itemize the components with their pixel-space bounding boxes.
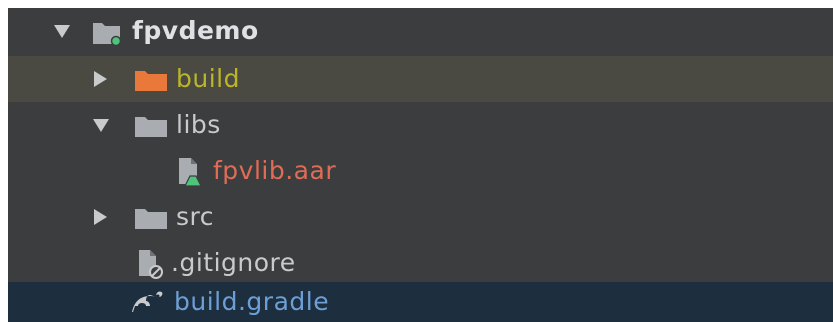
tree-item-label: build.gradle — [174, 287, 330, 316]
tree-item-gitignore[interactable]: .gitignore — [8, 240, 833, 286]
expand-arrow-icon[interactable] — [54, 25, 70, 38]
folder-icon — [134, 115, 168, 144]
tree-item-label: src — [176, 202, 214, 231]
tree-item-label: build — [176, 64, 240, 93]
module-folder-icon — [92, 20, 122, 52]
collapse-arrow-icon[interactable] — [94, 209, 107, 225]
library-file-icon — [176, 156, 210, 194]
expand-arrow-icon[interactable] — [93, 119, 109, 132]
tree-item-src[interactable]: src — [8, 194, 833, 240]
tree-item-label: fpvdemo — [132, 16, 259, 45]
tree-item-build-gradle[interactable]: build.gradle — [8, 282, 833, 322]
folder-icon — [134, 207, 168, 236]
tree-item-libs[interactable]: libs — [8, 102, 833, 148]
ignore-file-icon — [136, 248, 168, 286]
tree-item-label: fpvlib.aar — [213, 156, 337, 185]
folder-icon — [134, 69, 168, 98]
project-tree: fpvdemo build libs fpvlib.aar src .gitig… — [8, 8, 833, 322]
tree-item-label: .gitignore — [171, 248, 296, 277]
tree-item-build[interactable]: build — [8, 56, 833, 102]
tree-item-label: libs — [176, 110, 221, 139]
collapse-arrow-icon[interactable] — [94, 71, 107, 87]
tree-item-fpvdemo[interactable]: fpvdemo — [8, 8, 833, 54]
gradle-icon — [130, 290, 168, 322]
tree-item-fpvlib-aar[interactable]: fpvlib.aar — [8, 148, 833, 194]
